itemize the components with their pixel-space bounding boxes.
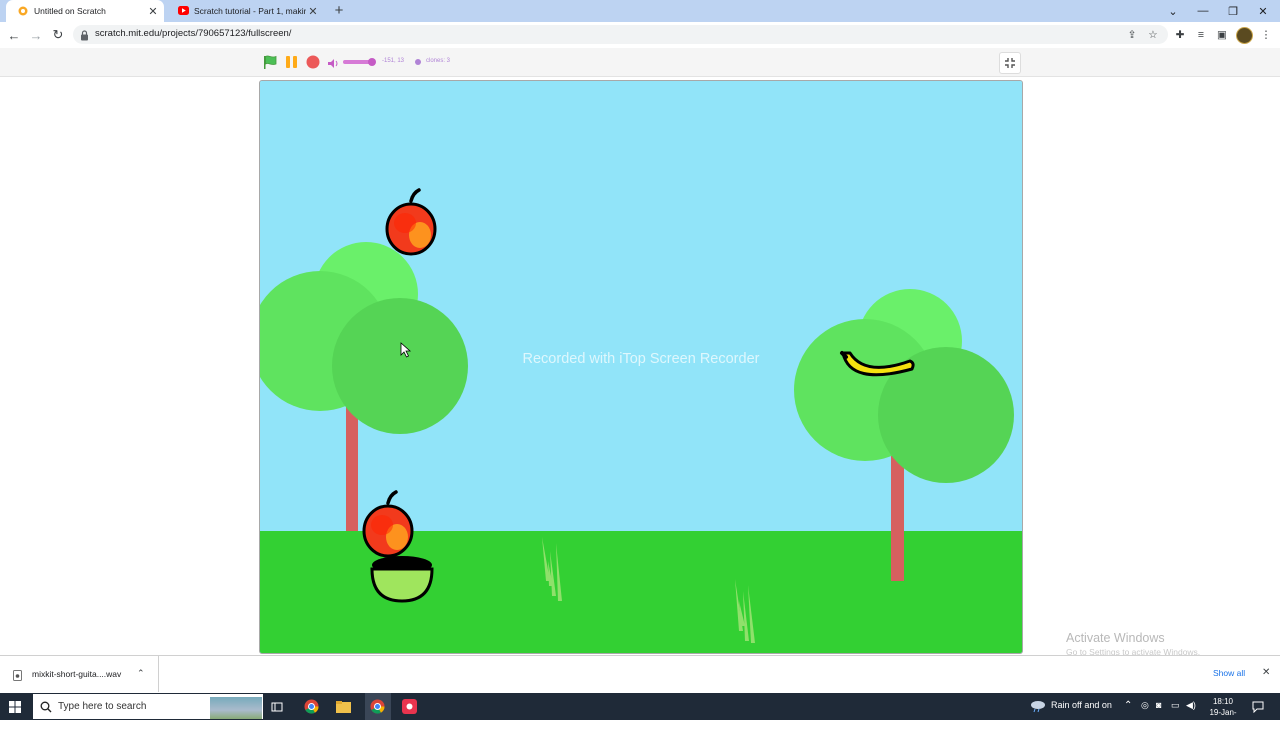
clones-icon bbox=[415, 59, 421, 65]
show-all-button[interactable]: Show all bbox=[1213, 668, 1245, 678]
extensions-icon[interactable]: ✚ bbox=[1171, 26, 1189, 44]
new-tab-button[interactable]: + bbox=[330, 2, 348, 20]
weather-text[interactable]: Rain off and on bbox=[1051, 700, 1112, 710]
lock-icon[interactable] bbox=[80, 28, 89, 46]
reading-list-icon[interactable]: ≡ bbox=[1192, 26, 1210, 44]
profile-avatar[interactable] bbox=[1236, 27, 1253, 44]
volume-slider-handle[interactable] bbox=[368, 58, 376, 66]
search-placeholder[interactable]: Type here to search bbox=[58, 701, 146, 712]
speaker-icon[interactable]: ◀) bbox=[1186, 700, 1196, 711]
tab-title: Untitled on Scratch bbox=[34, 6, 106, 16]
task-view-icon[interactable] bbox=[271, 700, 283, 718]
url-text[interactable]: scratch.mit.edu/projects/790657123/fulls… bbox=[95, 28, 291, 39]
exit-fullscreen-button[interactable] bbox=[999, 52, 1021, 74]
restore-button[interactable]: ❐ bbox=[1218, 0, 1248, 22]
close-window-button[interactable]: ✕ bbox=[1248, 0, 1278, 22]
menu-kebab-icon[interactable]: ⋮ bbox=[1257, 26, 1275, 44]
tab-title: Scratch tutorial - Part 1, making a bbox=[194, 6, 306, 16]
side-panel-icon[interactable]: ▣ bbox=[1213, 26, 1231, 44]
activate-windows-title: Activate Windows bbox=[1066, 631, 1165, 645]
scratch-controls-bar bbox=[0, 48, 1280, 77]
clock-date: 19-Jan-23 bbox=[1209, 708, 1237, 728]
chrome-taskbar-icon[interactable] bbox=[304, 699, 319, 719]
weather-icon[interactable] bbox=[1030, 699, 1046, 718]
scratch-stage[interactable]: Recorded with iTop Screen Recorder bbox=[259, 80, 1023, 654]
exit-fullscreen-icon bbox=[1005, 58, 1015, 68]
download-filename[interactable]: mixkit-short-guita....wav bbox=[32, 669, 121, 679]
scratch-favicon-icon bbox=[18, 6, 28, 16]
forward-button[interactable]: → bbox=[25, 22, 47, 48]
search-icon bbox=[40, 700, 52, 718]
reload-button[interactable]: ↻ bbox=[47, 22, 69, 48]
download-bar bbox=[0, 655, 1280, 694]
tab-search-button[interactable]: ⌄ bbox=[1158, 0, 1188, 22]
back-button[interactable]: ← bbox=[3, 22, 25, 48]
tray-app-icon[interactable]: ◎ bbox=[1141, 700, 1149, 711]
screen-recorder-icon[interactable] bbox=[402, 699, 417, 719]
download-bar-close-button[interactable]: ✕ bbox=[1262, 667, 1270, 678]
tray-camera-icon[interactable]: ◙ bbox=[1156, 700, 1161, 710]
chevron-up-icon[interactable]: ⌃ bbox=[137, 668, 145, 679]
clone-counter: clones: 3 bbox=[426, 58, 451, 64]
chevron-up-icon[interactable]: ⌃ bbox=[1124, 700, 1132, 711]
share-icon[interactable]: ⇪ bbox=[1123, 26, 1141, 44]
notifications-icon[interactable] bbox=[1252, 700, 1264, 718]
tab-close-icon[interactable]: ✕ bbox=[306, 5, 320, 18]
bowl-sprite bbox=[370, 556, 434, 603]
file-audio-icon bbox=[13, 668, 22, 686]
chrome-taskbar-icon bbox=[370, 699, 385, 719]
clock[interactable]: 18:10 19-Jan-23 bbox=[1206, 696, 1240, 729]
clock-time: 18:10 bbox=[1212, 697, 1234, 706]
bookmark-star-icon[interactable]: ☆ bbox=[1144, 26, 1162, 44]
volume-icon[interactable] bbox=[327, 56, 340, 74]
pause-button[interactable] bbox=[285, 55, 299, 74]
youtube-favicon-icon bbox=[178, 6, 189, 16]
tab-youtube[interactable]: Scratch tutorial - Part 1, making a ✕ bbox=[166, 0, 324, 22]
minimize-button[interactable]: — bbox=[1188, 0, 1218, 22]
tab-close-icon[interactable]: ✕ bbox=[146, 5, 160, 18]
stop-button[interactable] bbox=[306, 55, 320, 74]
search-highlight-image bbox=[210, 697, 262, 719]
windows-start-icon[interactable] bbox=[9, 700, 21, 718]
network-icon[interactable]: ▭ bbox=[1171, 700, 1180, 711]
tab-scratch[interactable]: Untitled on Scratch ✕ bbox=[6, 0, 164, 22]
file-explorer-icon[interactable] bbox=[336, 700, 351, 718]
mouse-coordinates: -151, 13 bbox=[382, 58, 405, 64]
recorder-watermark: Recorded with iTop Screen Recorder bbox=[522, 351, 760, 367]
green-flag-button[interactable] bbox=[262, 54, 278, 75]
